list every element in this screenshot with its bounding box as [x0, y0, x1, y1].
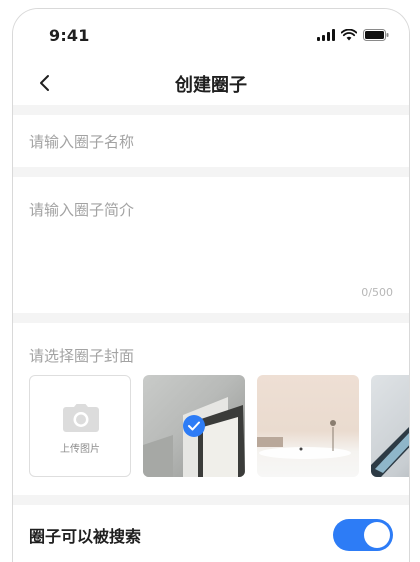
cover-image — [371, 427, 409, 477]
searchable-setting-row: 圈子可以被搜索 — [13, 505, 409, 562]
status-bar: 9:41 — [13, 9, 409, 61]
circle-name-placeholder: 请输入圈子名称 — [29, 132, 135, 151]
phone-frame: 9:41 创建圈子 请输入圈子名称 请输入圈子简介 0/500 请选择圈子封面 … — [12, 8, 410, 562]
circle-intro-placeholder: 请输入圈子简介 — [29, 201, 135, 219]
intro-char-counter: 0/500 — [361, 286, 393, 299]
status-icons — [317, 29, 389, 41]
nav-bar: 创建圈子 — [13, 61, 409, 105]
cover-image — [257, 420, 351, 459]
check-icon — [188, 421, 200, 431]
wifi-icon — [341, 29, 357, 41]
signal-icon — [317, 29, 335, 41]
upload-image-button[interactable]: 上传图片 — [29, 375, 131, 477]
divider — [13, 167, 409, 177]
upload-image-label: 上传图片 — [60, 444, 100, 455]
divider — [13, 495, 409, 505]
searchable-toggle[interactable] — [333, 519, 393, 551]
status-time: 9:41 — [49, 26, 90, 45]
cover-option-interior[interactable] — [257, 375, 359, 477]
cover-list[interactable]: 上传图片 — [29, 375, 409, 477]
camera-icon — [63, 404, 99, 432]
circle-name-field[interactable]: 请输入圈子名称 — [13, 115, 409, 167]
searchable-label: 圈子可以被搜索 — [29, 527, 142, 546]
cover-label: 请选择圈子封面 — [29, 347, 135, 365]
divider — [13, 105, 409, 115]
toggle-knob — [364, 522, 390, 548]
divider — [13, 313, 409, 323]
circle-intro-field[interactable]: 请输入圈子简介 0/500 — [13, 177, 409, 313]
selected-check-badge — [183, 415, 205, 437]
battery-icon — [363, 29, 389, 41]
page-title: 创建圈子 — [175, 75, 247, 96]
cover-option-device[interactable] — [371, 375, 409, 477]
cover-section: 请选择圈子封面 上传图片 — [13, 323, 409, 495]
cover-option-architecture[interactable] — [143, 375, 245, 477]
